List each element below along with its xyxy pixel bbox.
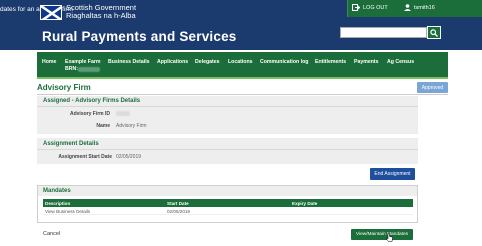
column-header-expiry-date: Expiry Date [292, 200, 318, 206]
nav-example-farm[interactable]: Example Farm [65, 59, 100, 65]
mandates-table-header: Description Start Date Expiry Date [43, 199, 413, 207]
assigned-firm-panel: Assigned - Advisory Firms Details Adviso… [37, 96, 418, 134]
name-label: Name [96, 123, 110, 129]
assignment-panel-title: Assignment Details [43, 141, 99, 147]
logout-label: LOG OUT [363, 4, 388, 11]
user-account[interactable]: tsmith16 [404, 4, 435, 11]
divider [37, 94, 448, 95]
divider [37, 106, 418, 107]
pointer-cursor-icon [386, 233, 393, 242]
nav-delegates[interactable]: Delegates [195, 59, 220, 65]
page-title: Advisory Firm [37, 83, 91, 92]
start-date-label: Assignment Start Date [58, 154, 112, 160]
view-maintain-mandates-button[interactable]: View/Maintain Mandates [351, 229, 413, 240]
name-value: Advisory Firm [116, 123, 147, 129]
site-title: Rural Payments and Services [42, 29, 237, 44]
nav-entitlements[interactable]: Entitlements [315, 59, 346, 65]
firm-id-label: Advisory Firm ID [69, 111, 110, 117]
assigned-panel-title: Assigned - Advisory Firms Details [43, 98, 141, 104]
nav-applications[interactable]: Applications [157, 59, 188, 65]
column-header-start-date: Start Date [167, 200, 189, 206]
government-name: Scottish Government Riaghaltas na h-Alba [66, 4, 136, 20]
end-assignment-button[interactable]: End Assignment [370, 168, 415, 180]
mandate-start-date: 02/05/2019 [167, 208, 190, 214]
nav-accent-bar [37, 77, 448, 79]
nav-home[interactable]: Home [42, 59, 56, 65]
nav-payments[interactable]: Payments [354, 59, 379, 65]
user-icon [404, 4, 411, 11]
divider [37, 149, 418, 150]
nav-ag-census[interactable]: Ag Census [387, 59, 414, 65]
firm-id-redacted [116, 111, 130, 116]
cancel-link[interactable]: Cancel [43, 231, 60, 237]
nav-business-details[interactable]: Business Details [108, 59, 150, 65]
logout-button[interactable]: LOG OUT [352, 4, 388, 11]
mandates-header: Mandates [38, 186, 417, 196]
brn-redacted [78, 67, 100, 72]
nav-locations[interactable]: Locations [228, 59, 253, 65]
assignment-details-panel: Assignment Details Assignment Start Date… [37, 138, 418, 164]
scottish-government-logo[interactable]: Scottish Government Riaghaltas na h-Alba [40, 4, 136, 20]
search-input[interactable] [340, 27, 427, 38]
approved-status-button[interactable]: Approved [417, 82, 448, 93]
search-button[interactable] [427, 26, 441, 39]
username: tsmith16 [414, 4, 435, 11]
gov-name-gaelic: Riaghaltas na h-Alba [66, 11, 136, 20]
main-navigation: Home Example Farm BRN: Business Details … [37, 52, 448, 77]
column-header-description: Description [45, 200, 71, 206]
table-row[interactable]: View Business Details 02/05/2019 [43, 207, 413, 215]
mandates-panel: Mandates Description Start Date Expiry D… [37, 185, 418, 223]
mandate-description: View Business Details [45, 208, 91, 214]
search-icon [430, 28, 438, 37]
logout-icon [352, 4, 360, 11]
saltire-flag-icon [40, 4, 62, 20]
nav-brn-label: BRN: [65, 66, 78, 72]
nav-communication-log[interactable]: Communication log [260, 59, 308, 65]
mandates-title: Mandates [43, 188, 71, 194]
start-date-value: 02/05/2019 [116, 154, 142, 160]
